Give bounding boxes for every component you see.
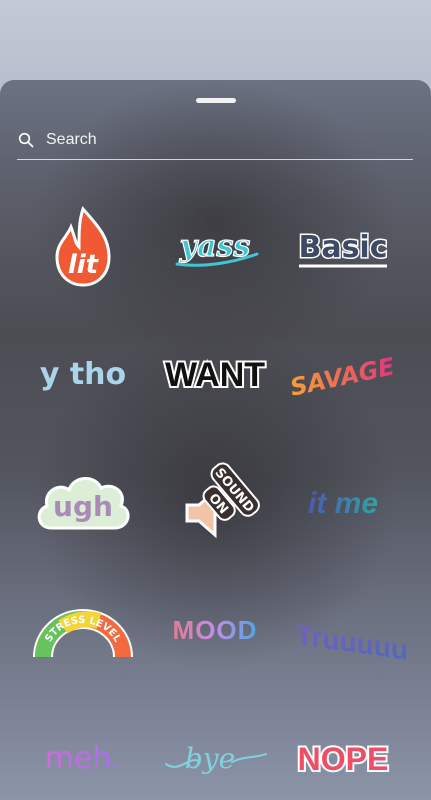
sticker-meh-label: meh. bbox=[45, 741, 121, 776]
sticker-lit[interactable]: lit bbox=[28, 202, 138, 292]
sticker-nope[interactable]: NOPE bbox=[288, 714, 398, 800]
sticker-lit-label: lit bbox=[68, 250, 100, 280]
sticker-basic-label: Basic bbox=[298, 230, 387, 265]
sticker-truuu[interactable]: Truuuuu bbox=[288, 586, 408, 676]
sticker-yass[interactable]: yass bbox=[160, 202, 270, 292]
sticker-tray: lit yass Basic y tho WANT bbox=[0, 80, 431, 800]
sticker-ytho-label: y tho bbox=[40, 357, 126, 392]
sticker-nope-label: NOPE bbox=[298, 741, 389, 777]
flame-icon: lit bbox=[55, 206, 111, 287]
sticker-basic[interactable]: Basic bbox=[288, 202, 398, 292]
sticker-bye[interactable]: bye bbox=[160, 714, 270, 800]
sticker-itme[interactable]: it me bbox=[288, 458, 398, 548]
sticker-ugh-label: ugh bbox=[53, 490, 113, 523]
sticker-savage-label: SAVAGE bbox=[288, 352, 398, 402]
sticker-ugh[interactable]: ugh bbox=[28, 458, 138, 548]
sticker-sound-on[interactable]: SOUND ON bbox=[160, 458, 270, 548]
sticker-mood[interactable]: MOOD bbox=[160, 586, 270, 676]
sticker-savage[interactable]: SAVAGE bbox=[288, 330, 398, 420]
sticker-want[interactable]: WANT bbox=[160, 330, 270, 420]
sticker-ytho[interactable]: y tho bbox=[28, 330, 138, 420]
sticker-truuu-label: Truuuuu bbox=[296, 619, 408, 666]
sticker-mood-label: MOOD bbox=[173, 615, 258, 645]
sticker-bye-label: bye bbox=[185, 742, 235, 775]
sticker-meh[interactable]: meh. bbox=[28, 714, 138, 800]
sticker-itme-label: it me bbox=[308, 487, 378, 520]
sticker-stress-level[interactable]: STRESS LEVEL bbox=[28, 586, 138, 676]
sticker-want-label: WANT bbox=[165, 356, 265, 394]
